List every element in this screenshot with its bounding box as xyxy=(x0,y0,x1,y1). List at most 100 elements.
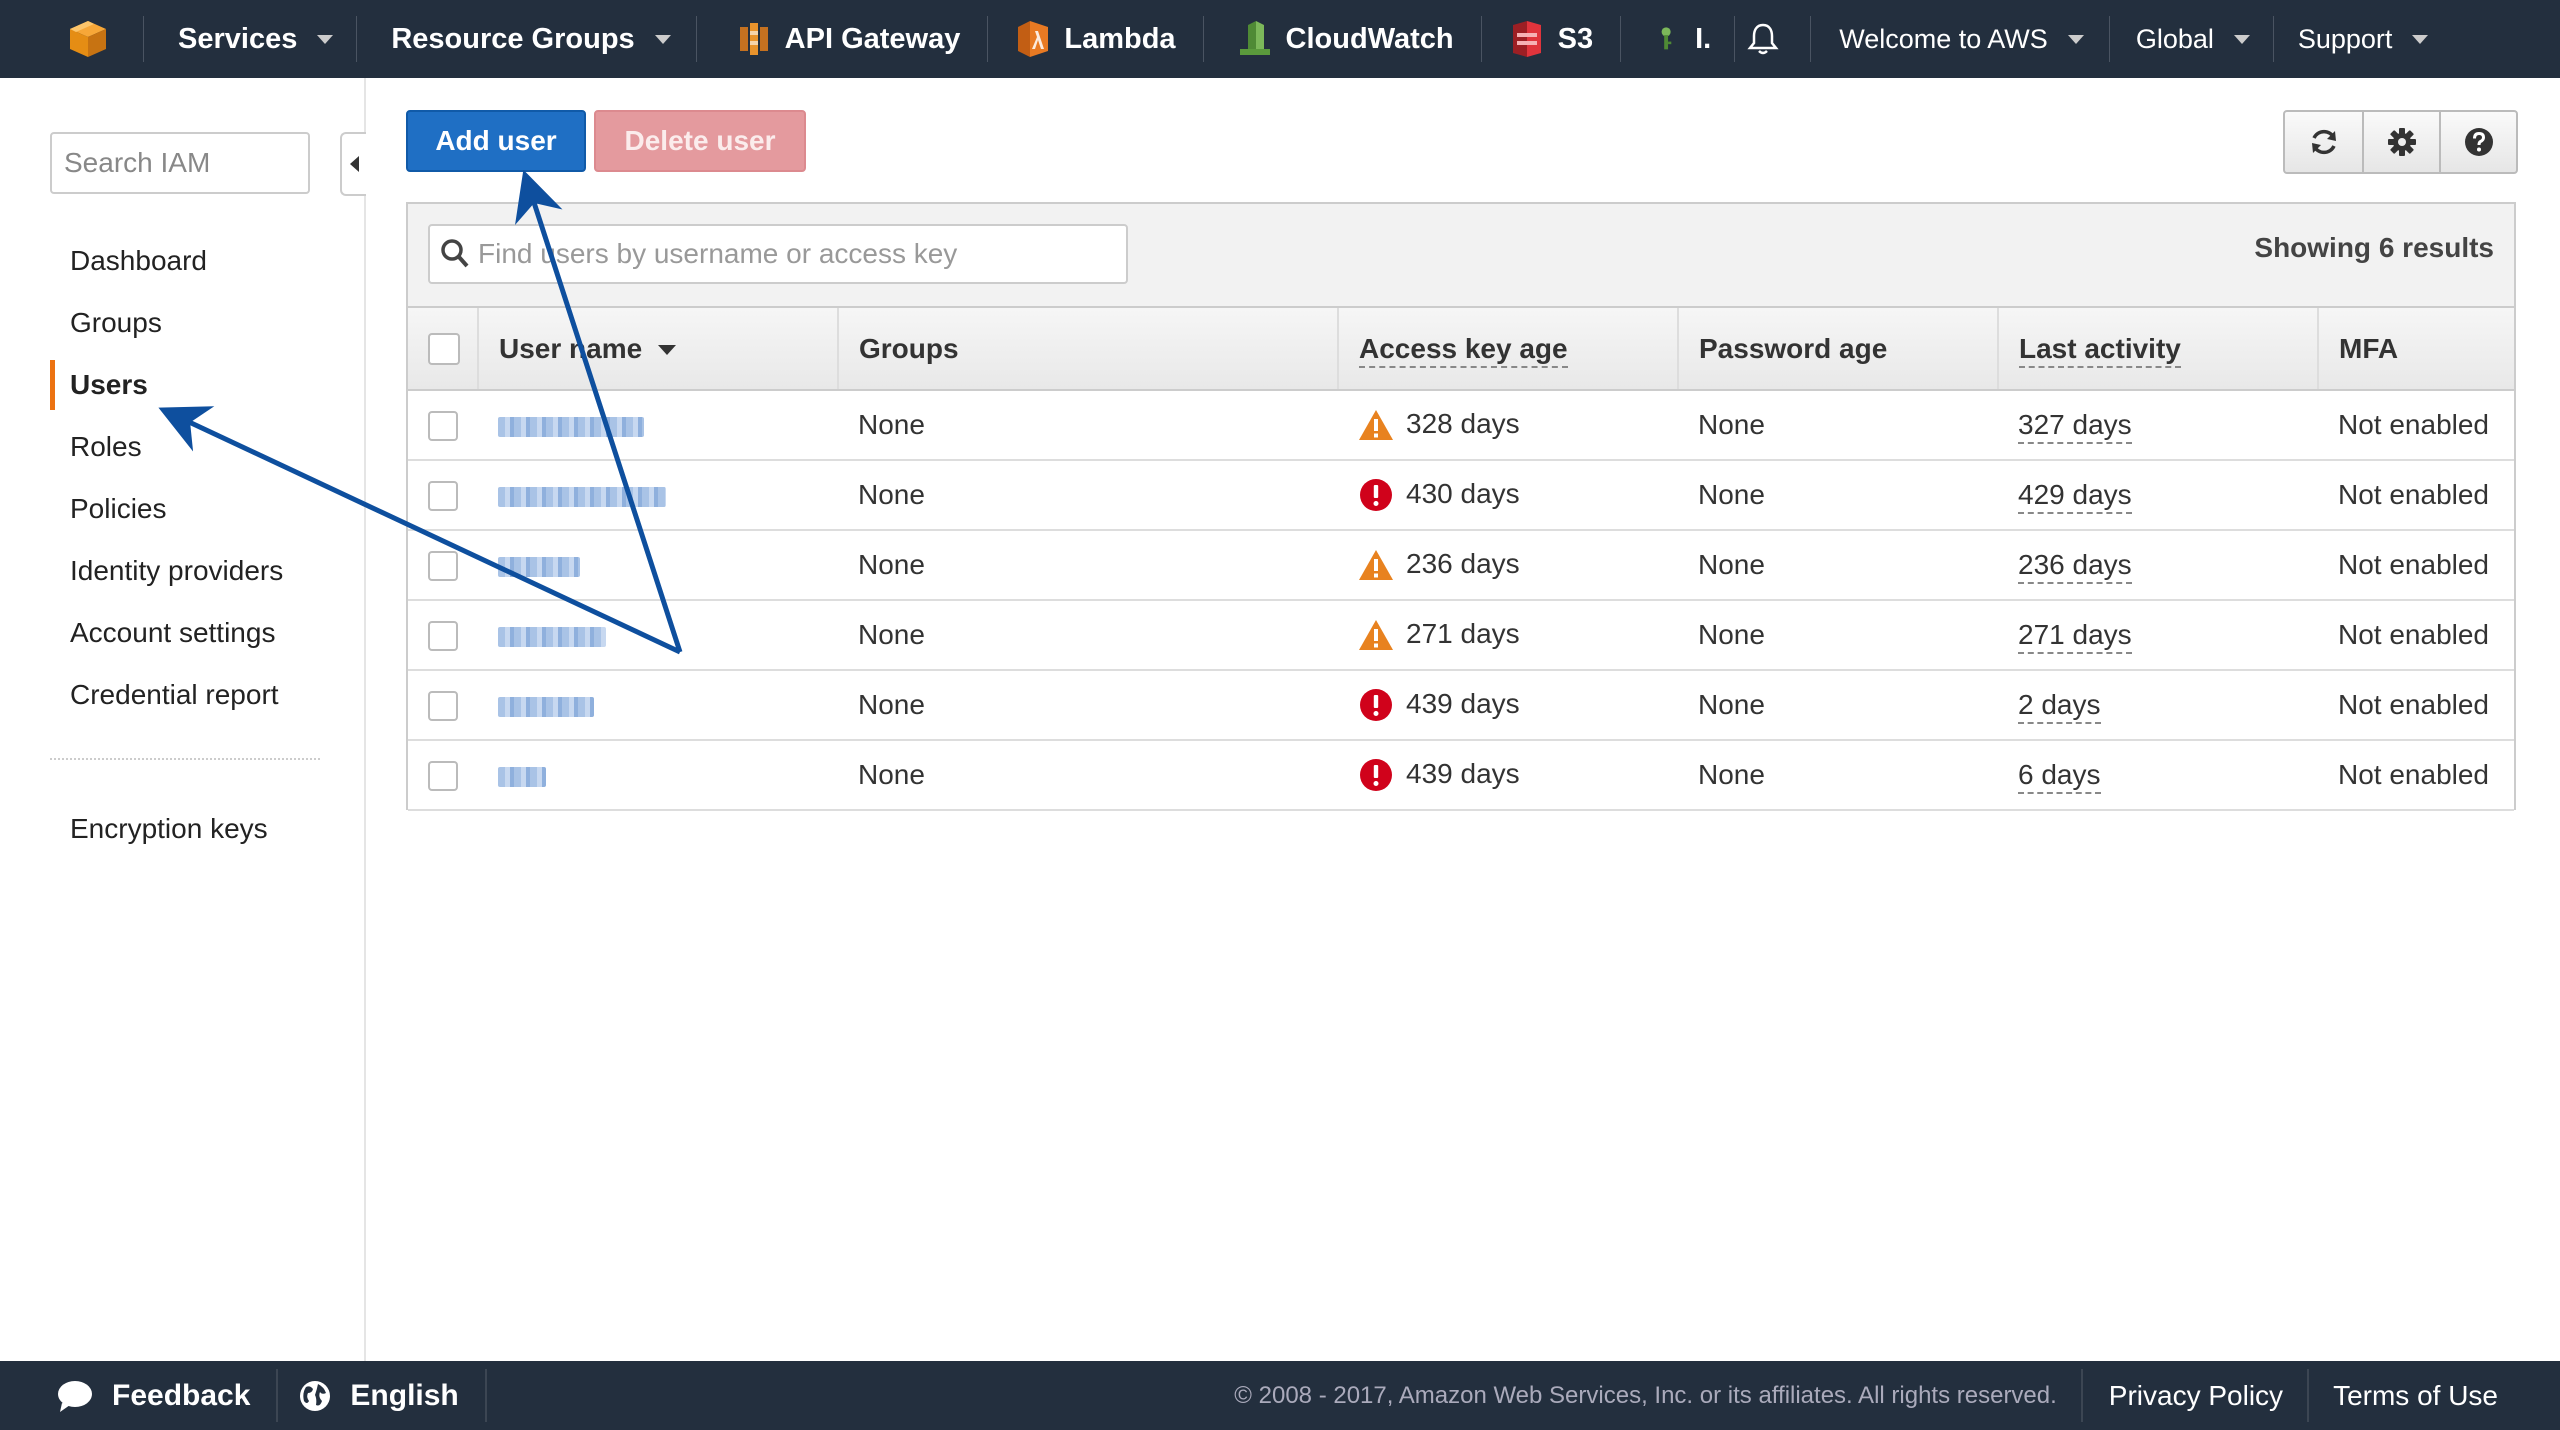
table-row[interactable]: None 439 days None 6 days Not enabled xyxy=(408,740,2514,810)
row-select-cell xyxy=(408,390,478,460)
table-row[interactable]: None 328 days None 327 days Not enabled xyxy=(408,390,2514,460)
shortcut-api-gateway[interactable]: API Gateway xyxy=(697,0,989,78)
sidebar-item-encryption-keys[interactable]: Encryption keys xyxy=(70,798,268,860)
shortcut-cloudwatch[interactable]: CloudWatch xyxy=(1204,0,1482,78)
user-name-cell[interactable] xyxy=(478,390,838,460)
shortcut-iam[interactable]: I. xyxy=(1621,0,1736,78)
table-row[interactable]: None 236 days None 236 days Not enabled xyxy=(408,530,2514,600)
table-header-row: User name Groups Access key age Password… xyxy=(408,308,2514,391)
settings-button[interactable] xyxy=(2362,112,2439,172)
refresh-button[interactable] xyxy=(2285,112,2362,172)
notifications-button[interactable] xyxy=(1735,0,1812,78)
filter-bar: Showing 6 results xyxy=(408,204,2514,308)
column-label: Access key age xyxy=(1359,332,1568,368)
row-checkbox[interactable] xyxy=(428,481,458,512)
last-activity-cell: 2 days xyxy=(1998,670,2318,740)
redacted-username[interactable] xyxy=(498,416,644,437)
users-table-body: None 328 days None 327 days Not enabled None 4… xyxy=(408,390,2514,810)
column-header-access-key-age[interactable]: Access key age xyxy=(1338,308,1679,391)
region-menu[interactable]: Global xyxy=(2110,0,2274,78)
sidebar-item-roles[interactable]: Roles xyxy=(50,416,350,478)
sidebar-item-account-settings[interactable]: Account settings xyxy=(50,602,350,664)
collapse-sidebar-button[interactable] xyxy=(340,132,366,196)
last-activity-value[interactable]: 2 days xyxy=(2018,689,2101,724)
search-iam-input[interactable] xyxy=(50,132,310,194)
redacted-username[interactable] xyxy=(498,556,580,577)
language-label: English xyxy=(350,1378,459,1412)
sidebar-item-dashboard[interactable]: Dashboard xyxy=(50,230,350,292)
delete-user-button[interactable]: Delete user xyxy=(594,110,806,172)
redacted-username[interactable] xyxy=(498,766,546,787)
sidebar-item-users[interactable]: Users xyxy=(50,354,350,416)
row-checkbox[interactable] xyxy=(428,621,458,652)
users-table-panel: Showing 6 results User name Groups Acces… xyxy=(406,202,2516,810)
speech-bubble-icon xyxy=(58,1380,92,1412)
column-header-groups[interactable]: Groups xyxy=(838,308,1339,391)
table-row[interactable]: None 271 days None 271 days Not enabled xyxy=(408,600,2514,670)
access-key-age-value: 271 days xyxy=(1406,617,1520,649)
mfa-cell: Not enabled xyxy=(2338,689,2490,720)
gear-icon xyxy=(2387,128,2416,156)
user-name-cell[interactable] xyxy=(478,530,838,600)
shortcut-lambda[interactable]: Lambda xyxy=(988,0,1204,78)
column-header-mfa[interactable]: MFA xyxy=(2318,308,2514,391)
redacted-username[interactable] xyxy=(498,626,606,647)
select-all-checkbox[interactable] xyxy=(428,333,460,366)
user-name-cell[interactable] xyxy=(478,670,838,740)
mfa-cell: Not enabled xyxy=(2338,479,2490,510)
row-checkbox[interactable] xyxy=(428,761,458,792)
last-activity-value[interactable]: 6 days xyxy=(2018,759,2101,794)
password-age-cell: None xyxy=(1698,619,1765,650)
redacted-username[interactable] xyxy=(498,486,666,507)
add-user-button[interactable]: Add user xyxy=(406,110,586,172)
redacted-username[interactable] xyxy=(498,696,594,717)
resource-groups-menu[interactable]: Resource Groups xyxy=(357,0,698,78)
sidebar-item-credential-report[interactable]: Credential report xyxy=(50,664,350,726)
access-key-age-value: 430 days xyxy=(1406,477,1520,509)
terms-of-use-link[interactable]: Terms of Use xyxy=(2309,1361,2560,1430)
row-select-cell xyxy=(408,600,478,670)
row-checkbox[interactable] xyxy=(428,551,458,582)
row-checkbox[interactable] xyxy=(428,691,458,722)
column-header-last-activity[interactable]: Last activity xyxy=(1998,308,2319,391)
aws-logo-icon[interactable] xyxy=(0,0,144,78)
user-filter-input[interactable] xyxy=(478,226,1118,282)
privacy-policy-link[interactable]: Privacy Policy xyxy=(2083,1361,2310,1430)
shortcut-s3[interactable]: S3 xyxy=(1482,0,1622,78)
row-select-cell xyxy=(408,530,478,600)
user-name-cell[interactable] xyxy=(478,740,838,810)
sidebar-item-policies[interactable]: Policies xyxy=(50,478,350,540)
copyright-text: © 2008 - 2017, Amazon Web Services, Inc.… xyxy=(1210,1361,2083,1430)
last-activity-cell: 429 days xyxy=(1998,460,2318,530)
access-key-age-cell: 439 days xyxy=(1338,670,1678,740)
chevron-down-icon xyxy=(654,34,671,44)
groups-cell: None xyxy=(858,759,925,790)
last-activity-value[interactable]: 429 days xyxy=(2018,479,2132,514)
refresh-icon xyxy=(2311,129,2336,155)
language-selector[interactable]: English xyxy=(278,1361,488,1430)
column-header-password-age[interactable]: Password age xyxy=(1678,308,1999,391)
sidebar-item-groups[interactable]: Groups xyxy=(50,292,350,354)
user-name-cell[interactable] xyxy=(478,460,838,530)
last-activity-value[interactable]: 271 days xyxy=(2018,619,2132,654)
table-row[interactable]: None 439 days None 2 days Not enabled xyxy=(408,670,2514,740)
support-menu[interactable]: Support xyxy=(2274,0,2453,78)
iam-sidebar: Dashboard Groups Users Roles Policies Id… xyxy=(0,78,366,1361)
password-age-cell: None xyxy=(1698,549,1765,580)
account-menu[interactable]: Welcome to AWS xyxy=(1811,0,2110,78)
services-menu[interactable]: Services xyxy=(144,0,358,78)
last-activity-value[interactable]: 327 days xyxy=(2018,409,2132,444)
last-activity-value[interactable]: 236 days xyxy=(2018,549,2132,584)
user-name-cell[interactable] xyxy=(478,600,838,670)
last-activity-cell: 271 days xyxy=(1998,600,2318,670)
shortcut-label: CloudWatch xyxy=(1285,22,1454,55)
column-header-user-name[interactable]: User name xyxy=(478,308,839,391)
groups-cell: None xyxy=(858,549,925,580)
user-filter-field[interactable] xyxy=(428,224,1128,284)
feedback-link[interactable]: Feedback xyxy=(0,1361,279,1430)
password-age-cell: None xyxy=(1698,759,1765,790)
row-checkbox[interactable] xyxy=(428,411,458,442)
help-button[interactable] xyxy=(2439,112,2516,172)
table-row[interactable]: None 430 days None 429 days Not enabled xyxy=(408,460,2514,530)
sidebar-item-identity-providers[interactable]: Identity providers xyxy=(50,540,350,602)
